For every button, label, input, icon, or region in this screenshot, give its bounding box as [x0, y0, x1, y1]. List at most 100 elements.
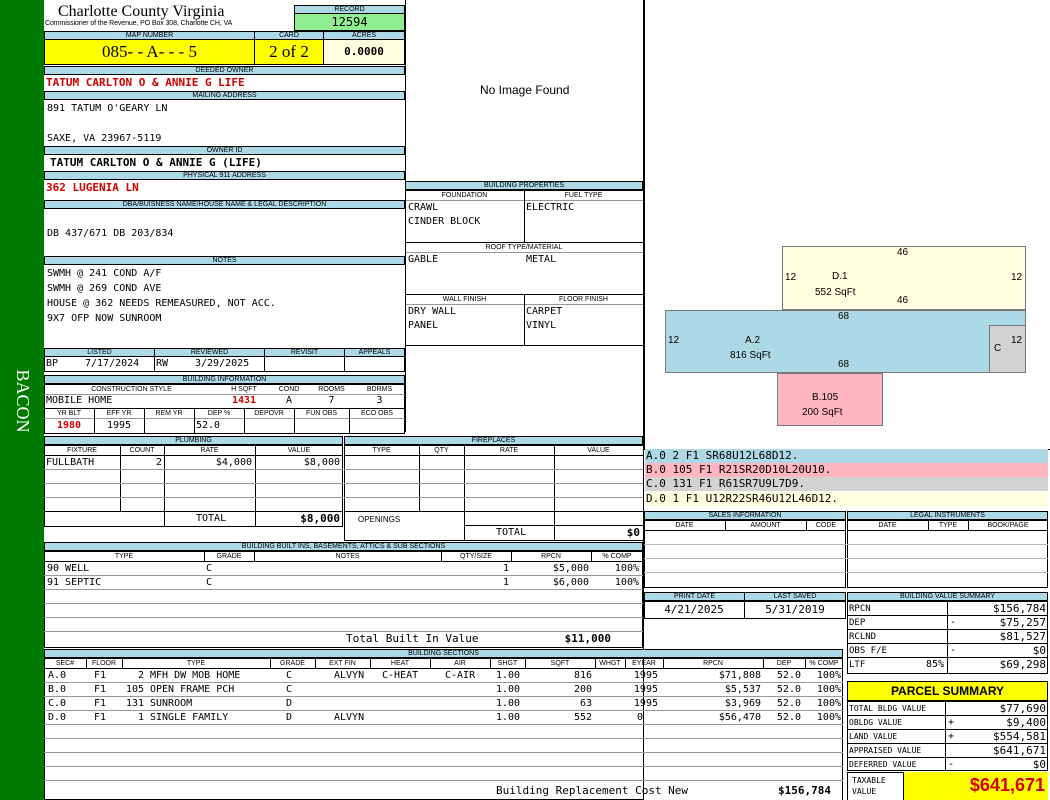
ps-label: TOTAL BLDG VALUE — [849, 704, 927, 713]
floor-2: VINYL — [526, 320, 557, 331]
wall-2: PANEL — [408, 320, 439, 331]
sketch-a-area: 816 SqFt — [730, 350, 771, 361]
cond-value: A — [285, 395, 293, 406]
vs-value: $69,298 — [999, 658, 1046, 671]
col-bi-qty: QTY/SIZE — [460, 553, 492, 560]
sketch-d-bottom: 46 — [897, 295, 909, 306]
sec-comp: 100% — [816, 684, 841, 695]
col-fp-value: VALUE — [587, 447, 610, 454]
ps-value: $641,671 — [993, 744, 1046, 757]
sec-type: OPEN FRAME PCH — [150, 684, 235, 695]
col-foundation: FOUNDATION — [441, 192, 488, 199]
sketch-c-label: C — [994, 343, 1002, 354]
col-heat: HEAT — [390, 660, 410, 667]
sec-type: MFH DW MOB HOME — [150, 670, 241, 681]
ps-label: LAND VALUE — [849, 732, 898, 741]
sketch-d-top: 46 — [897, 247, 909, 258]
fp-total-label: TOTAL — [496, 527, 527, 538]
sketch-d-label: D.1 — [832, 271, 848, 282]
col-rooms: ROOMS — [318, 386, 345, 393]
plumbing-value: $8,000 — [303, 457, 340, 468]
plumbing-count: 2 — [155, 457, 162, 468]
sketch-a-top: 68 — [838, 311, 850, 322]
value-summary-label: BUILDING VALUE SUMMARY — [847, 592, 1048, 601]
sec-id: B.0 — [48, 684, 67, 695]
sections-label: BUILDING SECTIONS — [44, 649, 843, 658]
sec-eyear: 0 — [636, 712, 643, 723]
col-fixture: FIXTURE — [67, 447, 97, 454]
bi-rpcn: $5,000 — [552, 563, 589, 574]
sec-sqft: 63 — [579, 698, 592, 709]
bi-rpcn: $6,000 — [552, 577, 589, 588]
sketch-d-area: 552 SqFt — [815, 287, 856, 298]
parcel-summary-label: PARCEL SUMMARY — [847, 681, 1048, 701]
sec-heat: C-HEAT — [382, 670, 419, 681]
card-label: CARD — [254, 31, 324, 40]
reviewed-initials: RW — [156, 358, 169, 369]
card-value: 2 of 2 — [254, 40, 324, 65]
col-sale-date: DATE — [675, 522, 694, 529]
construction-style: MOBILE HOME — [46, 395, 113, 406]
floor-1: CARPET — [526, 306, 563, 317]
taxable-label: TAXABLE VALUE — [852, 776, 886, 796]
vs-label: OBS F/E — [849, 646, 887, 656]
sec-sqft: 552 — [573, 712, 592, 723]
col-depovr: DEPOVR — [254, 410, 284, 417]
mailing-line1: 891 TATUM O'GEARY LN — [47, 103, 168, 114]
col-bdrms: BDRMS — [366, 386, 393, 393]
mailing-label: MAILING ADDRESS — [44, 91, 405, 100]
col-sale-amount: AMOUNT — [750, 522, 781, 529]
map-number: 085- - A- - - 5 — [44, 40, 255, 65]
col-sec-comp: % COMP — [809, 660, 839, 667]
record-value: 12594 — [294, 14, 405, 31]
sec-shgt: 1.00 — [496, 670, 521, 681]
last-saved-label: LAST SAVED — [744, 592, 846, 601]
map-label: MAP NUMBER — [44, 31, 255, 40]
deeded-owner-label: DEEDED OWNER — [44, 66, 405, 75]
sec-shgt: 1.00 — [496, 698, 521, 709]
physical-address: 362 LUGENIA LN — [46, 181, 139, 194]
bdrms-value: 3 — [376, 395, 383, 406]
vs-label: DEP — [849, 618, 866, 628]
bi-qty: 1 — [502, 563, 509, 574]
sec-sqft: 200 — [573, 684, 592, 695]
sketch-b-area: 200 SqFt — [802, 407, 843, 418]
note-line: HOUSE @ 362 NEEDS REMEASURED, NOT ACC. — [47, 298, 276, 309]
sketch-d-left: 12 — [785, 272, 797, 283]
col-legal-bookpage: BOOK/PAGE — [987, 522, 1029, 529]
ps-value: $0 — [1032, 758, 1046, 771]
col-bi-grade: GRADE — [216, 553, 242, 560]
built-ins-label: BUILDING BUILT INS, BASEMENTS, ATTICS & … — [44, 542, 643, 551]
col-wall: WALL FINISH — [442, 296, 487, 303]
col-whgt: WHGT — [599, 660, 621, 667]
col-bi-comp: % COMP — [602, 553, 632, 560]
sec-rpcn: $71,808 — [718, 670, 761, 681]
fireplaces-label: FIREPLACES — [344, 436, 643, 445]
foundation-1: CRAWL — [408, 202, 439, 213]
ps-label: APPRAISED VALUE — [849, 746, 922, 755]
bi-grade: C — [206, 577, 213, 588]
col-fp-type: TYPE — [372, 447, 391, 454]
fp-total: $0 — [626, 526, 640, 539]
bi-type: 90 WELL — [47, 563, 90, 574]
building-info-label: BUILDING INFORMATION — [44, 375, 405, 384]
col-funobs: FUN OBS — [305, 410, 338, 417]
sec-grade: C — [286, 684, 293, 695]
mailing-line3: SAXE, VA 23967-5119 — [47, 133, 162, 144]
sec-grade: C — [286, 670, 293, 681]
sec-grade: D — [286, 712, 293, 723]
acres-value: 0.0000 — [323, 40, 405, 65]
acres-label: ACRES — [323, 31, 405, 40]
bi-comp: 100% — [614, 563, 639, 574]
last-saved: 5/31/2019 — [765, 603, 825, 616]
reviewed-date: 3/29/2025 — [195, 358, 250, 369]
col-sec-dep: DEP — [776, 660, 792, 667]
vs-label: LTF — [849, 660, 866, 670]
sec-shgt: 1.00 — [496, 684, 521, 695]
sec-floor: F1 — [94, 712, 107, 723]
effyr-value: 1995 — [106, 420, 132, 431]
col-shgt: SHGT — [497, 660, 518, 667]
print-date: 4/21/2025 — [664, 603, 724, 616]
listed-date: 7/17/2024 — [85, 358, 140, 369]
sec-floor: F1 — [94, 670, 107, 681]
